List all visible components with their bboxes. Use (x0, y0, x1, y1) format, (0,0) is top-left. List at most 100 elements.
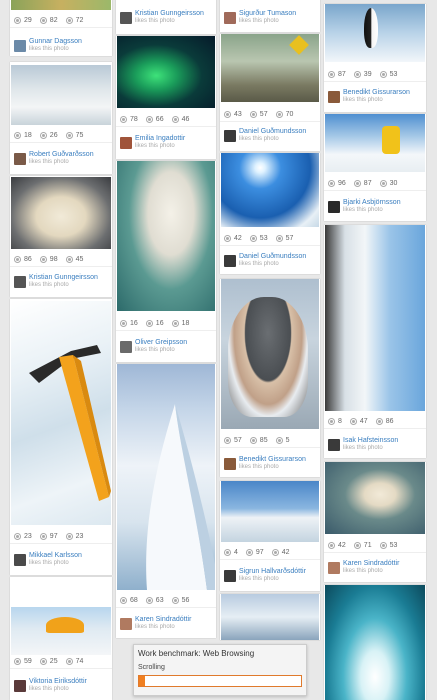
comment-icon[interactable] (65, 255, 73, 263)
like-icon[interactable] (328, 417, 335, 425)
like-icon[interactable] (224, 436, 231, 444)
avatar[interactable] (120, 341, 132, 353)
like-icon[interactable] (14, 657, 21, 665)
photo[interactable] (221, 594, 319, 640)
comment-icon[interactable] (65, 131, 73, 139)
user-name-link[interactable]: Bjarki Asbjörnsson (343, 199, 401, 206)
photo[interactable] (325, 462, 425, 534)
user-name-link[interactable]: Kristian Gunngeirsson (135, 10, 204, 17)
avatar[interactable] (224, 458, 236, 470)
avatar[interactable] (224, 570, 236, 582)
user-name-link[interactable]: Daniel Guðmundsson (239, 253, 306, 260)
view-icon (249, 110, 257, 118)
likes-label: likes this photo (29, 46, 69, 52)
photo-stats: 23 97 23 (10, 529, 112, 544)
like-icon[interactable] (120, 596, 127, 604)
avatar[interactable] (328, 562, 340, 574)
like-icon[interactable] (224, 548, 231, 556)
likes-label: likes this photo (343, 568, 383, 574)
like-icon[interactable] (224, 110, 231, 118)
photo-stats: 59 25 74 (10, 654, 112, 669)
user-name-link[interactable]: Robert Guðvarðsson (29, 151, 94, 158)
user-name-link[interactable]: Kristian Gunngeirsson (29, 274, 98, 281)
user-name-link[interactable]: Gunnar Dagsson (29, 38, 82, 45)
comment-icon[interactable] (275, 234, 283, 242)
photo[interactable] (11, 0, 111, 10)
view-icon (39, 255, 47, 263)
avatar[interactable] (14, 276, 26, 288)
tent-illustration (46, 617, 84, 633)
photo-user: Gunnar Dagsson likes this photo (14, 38, 110, 56)
avatar[interactable] (224, 12, 236, 24)
photo[interactable] (11, 65, 111, 125)
avatar[interactable] (328, 91, 340, 103)
user-name-link[interactable]: Sigrun Hallvarðsdóttir (239, 568, 306, 575)
avatar[interactable] (120, 137, 132, 149)
comment-icon[interactable] (375, 417, 383, 425)
user-name-link[interactable]: Sigurður Tumason (239, 10, 296, 17)
comment-icon[interactable] (65, 657, 73, 665)
avatar[interactable] (14, 153, 26, 165)
user-name-link[interactable]: Viktoria Eiriksdóttir (29, 678, 87, 685)
like-icon[interactable] (14, 255, 21, 263)
like-icon[interactable] (224, 234, 231, 242)
photo-stats: 68 63 56 (116, 593, 216, 608)
comment-icon[interactable] (275, 110, 283, 118)
photo[interactable] (117, 161, 215, 311)
avatar[interactable] (224, 255, 236, 267)
avatar[interactable] (14, 554, 26, 566)
photo-user: Bjarki Asbjörnsson likes this photo (328, 199, 424, 217)
like-icon[interactable] (120, 319, 127, 327)
avatar[interactable] (328, 201, 340, 213)
photo-card: 87 39 53 Benedikt Gissurarson likes this… (324, 4, 426, 112)
benchmark-title: Work benchmark: Web Browsing (138, 649, 255, 658)
avatar[interactable] (120, 12, 132, 24)
comment-icon[interactable] (379, 70, 387, 78)
user-name-link[interactable]: Benedikt Gissurarson (239, 456, 306, 463)
comment-icon[interactable] (171, 115, 179, 123)
avatar[interactable] (224, 130, 236, 142)
likes-label: likes this photo (343, 445, 383, 451)
like-icon[interactable] (120, 115, 127, 123)
like-icon[interactable] (328, 179, 335, 187)
photo-user: Mikkael Karlsson likes this photo (14, 552, 110, 570)
user-name-link[interactable]: Emilia Ingadottir (135, 135, 185, 142)
photo[interactable] (325, 114, 425, 172)
photo[interactable] (325, 585, 425, 700)
user-name-link[interactable]: Karen Sindradóttir (135, 616, 191, 623)
user-name-link[interactable]: Oliver Greipsson (135, 339, 187, 346)
like-icon[interactable] (14, 131, 21, 139)
photo-user: Viktoria Eiriksdóttir likes this photo (14, 678, 110, 696)
comment-icon[interactable] (379, 179, 387, 187)
comment-icon[interactable] (379, 541, 387, 549)
like-icon[interactable] (14, 532, 21, 540)
comment-icon[interactable] (171, 596, 179, 604)
user-name-link[interactable]: Karen Sindradóttir (343, 560, 399, 567)
photo-user: Benedikt Gissurarson likes this photo (328, 89, 424, 107)
view-icon (249, 234, 257, 242)
avatar[interactable] (120, 618, 132, 630)
avatar[interactable] (328, 439, 340, 451)
photo[interactable] (221, 481, 319, 542)
comment-icon[interactable] (271, 548, 279, 556)
like-icon[interactable] (14, 16, 21, 24)
avatar[interactable] (14, 40, 26, 52)
comment-icon[interactable] (65, 532, 73, 540)
photo[interactable] (221, 153, 319, 227)
photo[interactable] (325, 225, 425, 411)
photo-card: 59 25 74 Viktoria Eiriksdóttir likes thi… (10, 577, 112, 700)
photo[interactable] (117, 36, 215, 108)
user-name-link[interactable]: Isak Hafsteinsson (343, 437, 398, 444)
avatar[interactable] (14, 680, 26, 692)
photo[interactable] (11, 177, 111, 249)
like-icon[interactable] (328, 70, 335, 78)
user-name-link[interactable]: Daniel Guðmundsson (239, 128, 306, 135)
user-name-link[interactable]: Mikkael Karlsson (29, 552, 82, 559)
comment-icon[interactable] (171, 319, 179, 327)
like-icon[interactable] (328, 541, 335, 549)
comment-icon[interactable] (65, 16, 73, 24)
photo-card: 8 47 86 Isak Hafsteinsson likes this pho… (324, 225, 426, 458)
ice-axe-illustration (29, 345, 111, 501)
comment-icon[interactable] (275, 436, 283, 444)
user-name-link[interactable]: Benedikt Gissurarson (343, 89, 410, 96)
